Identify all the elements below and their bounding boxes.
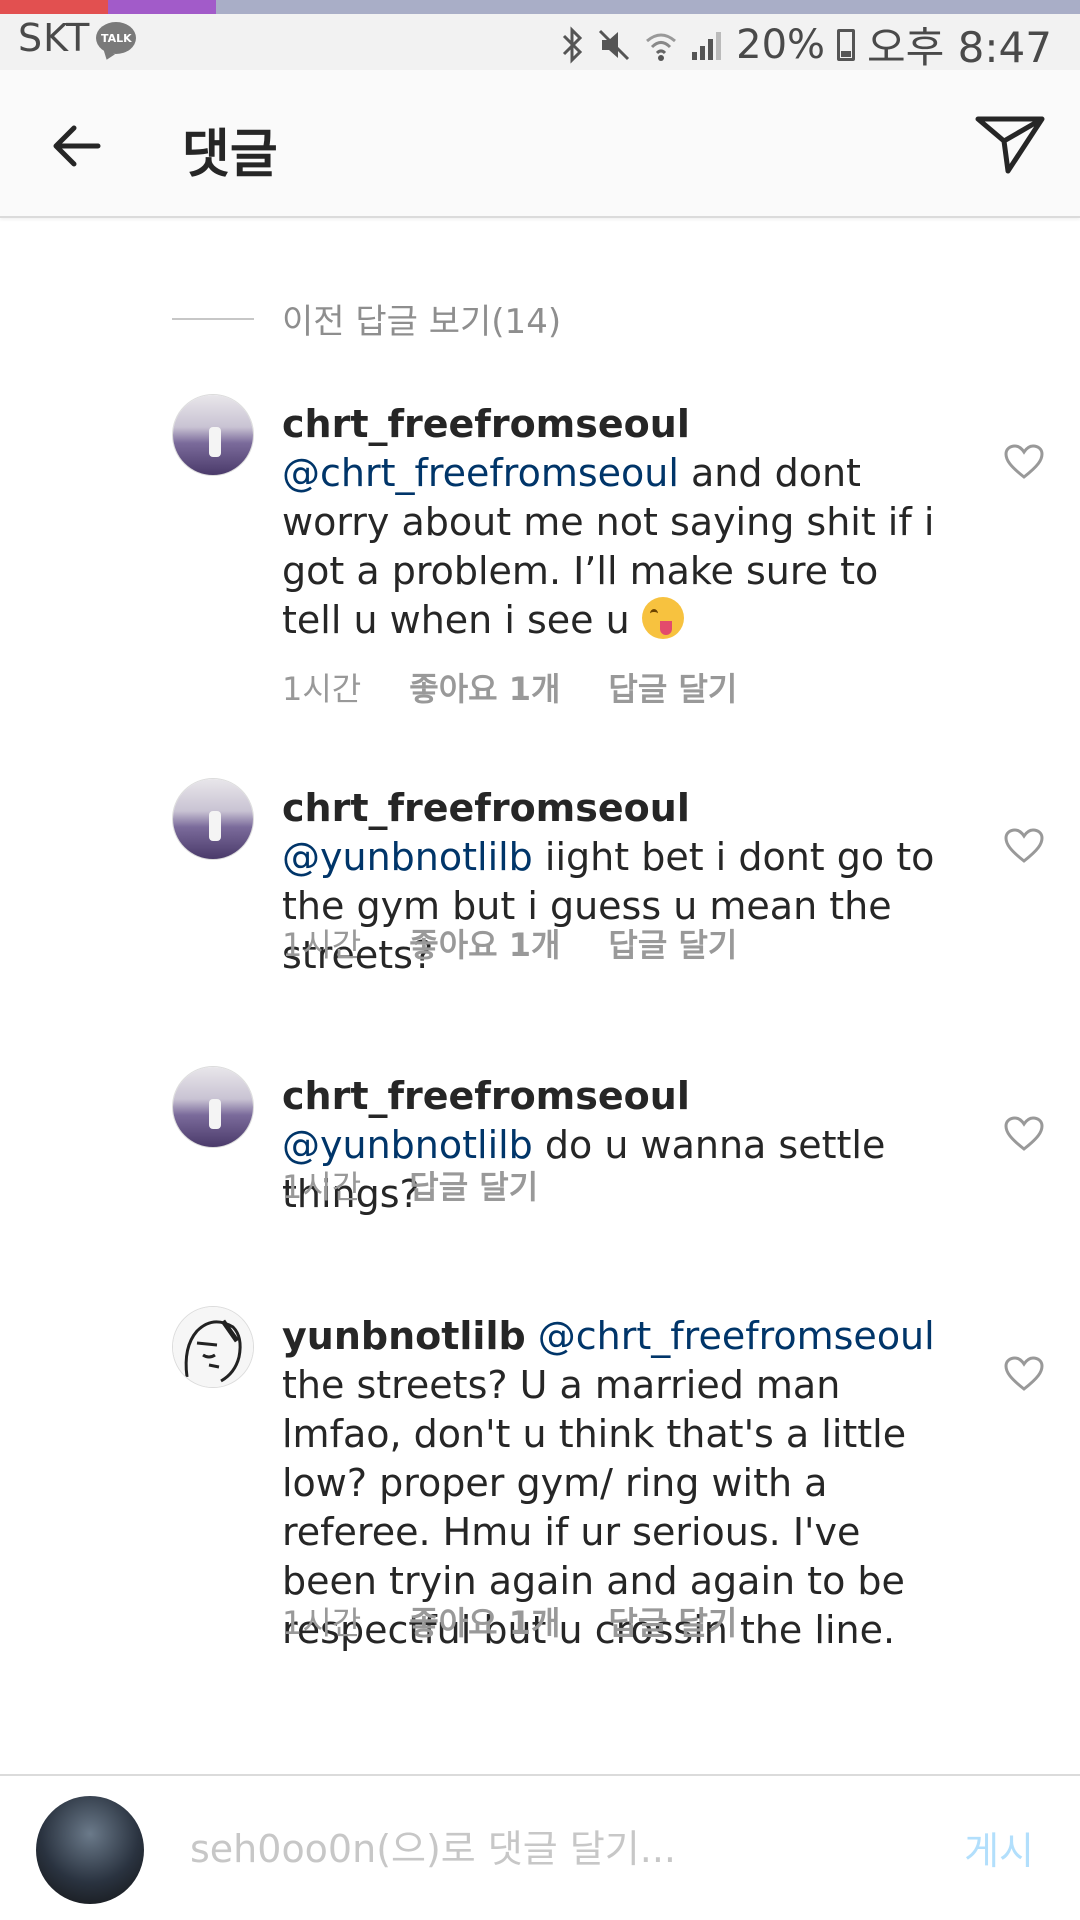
mute-icon xyxy=(599,29,630,60)
comment-list: 이전 답글 보기(14) chrt_freefromseoul @chrt_fr… xyxy=(0,218,1080,1774)
comment-likes[interactable]: 좋아요 1개 xyxy=(409,664,560,710)
direct-share-button[interactable] xyxy=(970,108,1050,180)
comment-time: 1시간 xyxy=(282,1604,362,1642)
winking-tongue-emoji-icon xyxy=(641,597,684,639)
comment-time: 1시간 xyxy=(282,670,362,708)
avatar[interactable] xyxy=(172,778,254,860)
post-button[interactable]: 게시 xyxy=(964,1820,1034,1875)
wifi-icon xyxy=(646,33,677,61)
avatar[interactable] xyxy=(172,1066,254,1148)
comment-input[interactable] xyxy=(190,1814,890,1884)
sketch-portrait-icon xyxy=(184,1319,242,1383)
status-right: 20% 오후 8:47 xyxy=(560,14,1052,75)
carrier-label: SKT xyxy=(18,16,91,60)
comment-username[interactable]: chrt_freefromseoul xyxy=(282,1074,690,1118)
comment-username[interactable]: chrt_freefromseoul xyxy=(282,400,942,449)
avatar[interactable] xyxy=(172,1306,254,1388)
kakaotalk-icon: TALK xyxy=(96,22,137,54)
status-stripe xyxy=(0,0,1080,14)
comment-likes[interactable]: 좋아요 1개 xyxy=(409,920,560,966)
comment-meta: 1시간 좋아요 1개 답글 달기 xyxy=(282,1598,737,1644)
comment-mention[interactable]: @chrt_freefromseoul xyxy=(538,1314,935,1358)
comment-composer: 게시 xyxy=(0,1774,1080,1920)
comment-meta: 1시간 답글 달기 xyxy=(282,1162,538,1208)
comment-username[interactable]: yunbnotlilb xyxy=(282,1314,526,1358)
battery-icon xyxy=(837,28,856,61)
like-button[interactable] xyxy=(996,434,1052,490)
view-previous-label: 이전 답글 보기(14) xyxy=(282,302,562,342)
heart-icon xyxy=(1004,1116,1044,1151)
direct-send-icon xyxy=(975,116,1045,174)
signal-icon xyxy=(692,31,722,60)
comment-time: 1시간 xyxy=(282,1168,362,1206)
comment-body: chrt_freefromseoul @chrt_freefromseoul a… xyxy=(282,400,942,645)
comment-mention[interactable]: @yunbnotlilb xyxy=(282,1123,533,1167)
comment-time: 1시간 xyxy=(282,926,362,964)
arrow-left-icon xyxy=(53,125,101,167)
battery-percent: 20% xyxy=(736,21,826,68)
comment-mention[interactable]: @yunbnotlilb xyxy=(282,835,533,879)
heart-icon xyxy=(1004,444,1044,479)
divider-line xyxy=(172,317,254,320)
comment-meta: 1시간 좋아요 1개 답글 달기 xyxy=(282,920,737,966)
like-button[interactable] xyxy=(996,1346,1052,1402)
like-button[interactable] xyxy=(996,1106,1052,1162)
like-button[interactable] xyxy=(996,818,1052,874)
previous-comment-partial xyxy=(40,218,1040,238)
status-bar: SKT TALK 20% 오후 8:47 xyxy=(0,0,1080,72)
comment-likes[interactable]: 좋아요 1개 xyxy=(409,1598,560,1644)
comment-username[interactable]: chrt_freefromseoul xyxy=(282,786,690,830)
app-header: 댓글 xyxy=(0,70,1080,218)
status-left: SKT TALK xyxy=(18,16,137,60)
reply-button[interactable]: 답글 달기 xyxy=(608,664,737,710)
view-previous-replies[interactable]: 이전 답글 보기(14) xyxy=(172,294,561,343)
back-button[interactable] xyxy=(40,110,112,182)
heart-icon xyxy=(1004,1356,1044,1391)
reply-button[interactable]: 답글 달기 xyxy=(409,1162,538,1208)
comment-mention[interactable]: @chrt_freefromseoul xyxy=(282,451,679,495)
avatar[interactable] xyxy=(172,394,254,476)
current-user-avatar xyxy=(36,1796,144,1904)
comment-meta: 1시간 좋아요 1개 답글 달기 xyxy=(282,664,737,710)
bluetooth-icon xyxy=(563,25,583,64)
reply-button[interactable]: 답글 달기 xyxy=(608,1598,737,1644)
heart-icon xyxy=(1004,828,1044,863)
page-title: 댓글 xyxy=(182,125,278,185)
reply-button[interactable]: 답글 달기 xyxy=(608,920,737,966)
clock: 오후 8:47 xyxy=(867,23,1052,72)
